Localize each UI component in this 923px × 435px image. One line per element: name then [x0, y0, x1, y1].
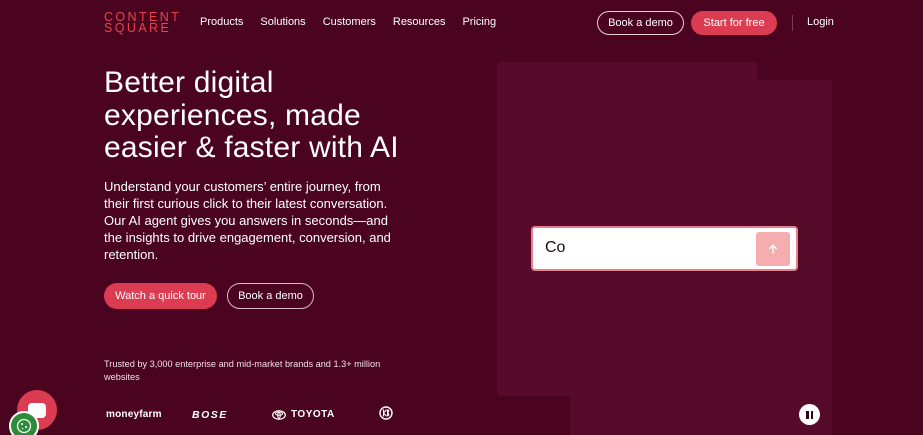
header-book-demo-button[interactable]: Book a demo [597, 11, 684, 35]
logo-line-2: SQUARE [104, 21, 172, 35]
hero-subtitle: Understand your customers’ entire journe… [104, 179, 391, 262]
trusted-by-text: Trusted by 3,000 enterprise and mid-mark… [104, 359, 381, 382]
watch-tour-button[interactable]: Watch a quick tour [104, 283, 217, 309]
header-divider [792, 15, 793, 31]
nav-solutions[interactable]: Solutions [260, 16, 305, 28]
ai-prompt-text: Co [545, 239, 566, 256]
nav-pricing[interactable]: Pricing [462, 16, 496, 28]
hero-title-line-3: easier & faster with AI [104, 131, 399, 164]
cookie-settings-button[interactable] [9, 411, 39, 435]
prompt-send-button[interactable] [756, 232, 790, 266]
customer-logos: moneyfarm BOSE TOYOTA [106, 406, 399, 423]
hero-title-line-2: experiences, made [104, 98, 361, 132]
main-nav: Products Solutions Customers Resources P… [200, 16, 496, 28]
bose-logo: BOSE [192, 408, 228, 421]
contentsquare-logo[interactable]: CONTENT SQUARE [104, 11, 181, 35]
kb-logo-icon [379, 406, 399, 423]
ai-prompt-input[interactable]: Co [531, 226, 798, 271]
hero-title: Better digital experiences, made easier … [104, 66, 434, 165]
hero-book-demo-button[interactable]: Book a demo [227, 283, 314, 309]
toyota-wordmark: TOYOTA [291, 409, 335, 420]
cookie-icon [16, 418, 32, 434]
login-link[interactable]: Login [807, 16, 834, 28]
toyota-emblem-icon [272, 409, 286, 420]
pause-icon [805, 406, 814, 424]
toyota-logo: TOYOTA [272, 409, 379, 420]
pause-animation-button[interactable] [799, 404, 820, 425]
nav-customers[interactable]: Customers [323, 16, 376, 28]
moneyfarm-logo: moneyfarm [106, 409, 162, 420]
hero-title-line-1: Better digital [104, 66, 274, 99]
nav-resources[interactable]: Resources [393, 16, 446, 28]
arrow-up-icon [769, 244, 777, 254]
start-for-free-button[interactable]: Start for free [691, 11, 777, 35]
nav-products[interactable]: Products [200, 16, 243, 28]
